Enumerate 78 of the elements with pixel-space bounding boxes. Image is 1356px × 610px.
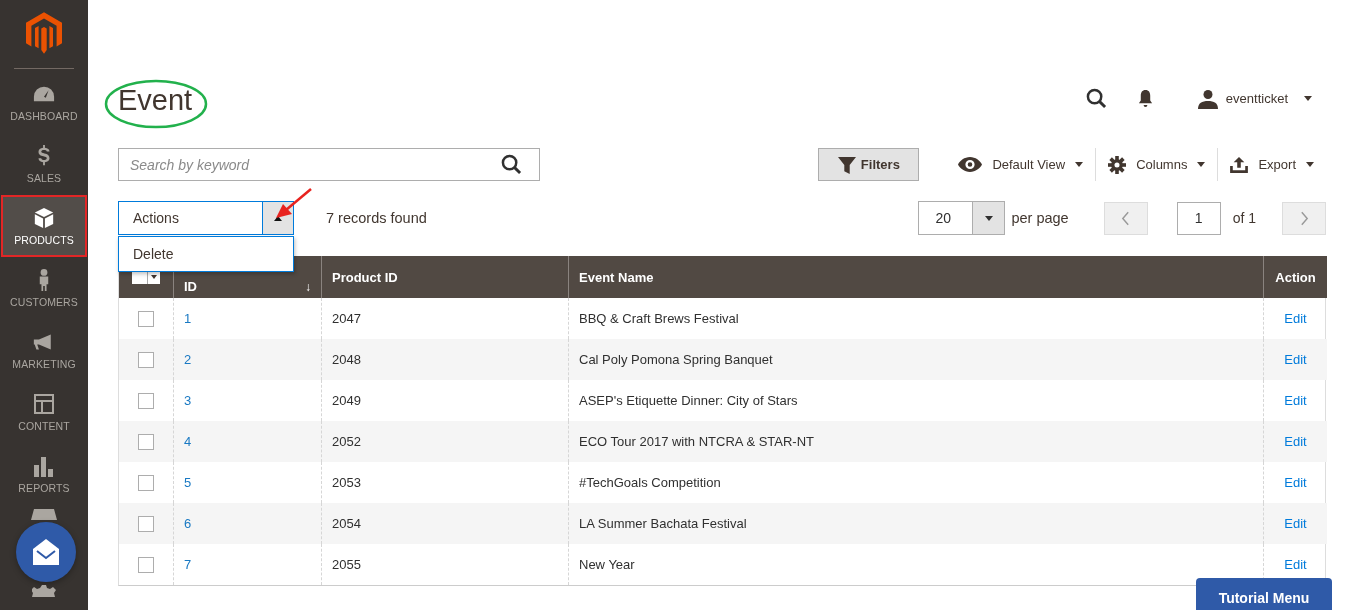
table-cell: New Year [579, 557, 635, 572]
next-page-button[interactable] [1282, 201, 1326, 235]
filters-button[interactable]: Filters [818, 148, 920, 181]
logo-icon [26, 12, 62, 54]
page-input[interactable]: 1 [1176, 201, 1221, 235]
records-count: 7 records found [326, 210, 427, 226]
page-count: of 1 [1232, 210, 1256, 226]
per-page-label: per page [1011, 210, 1069, 226]
row-checkbox[interactable] [138, 310, 154, 327]
table-cell: LA Summer Bachata Festival [579, 516, 747, 531]
menu-item[interactable]: Delete [119, 237, 293, 271]
envelope-icon [31, 537, 61, 567]
table-cell: 2053 [332, 475, 361, 490]
per-page-select[interactable]: 20 [918, 201, 1006, 235]
table-cell: BBQ & Craft Brews Festival [579, 311, 739, 326]
table-cell: 3 [184, 393, 192, 408]
table-header-cell[interactable]: Event Name [568, 256, 1263, 298]
edit-link[interactable]: Edit [1284, 352, 1307, 367]
table-cell: 2054 [332, 516, 361, 531]
table-cell: #TechGoals Competition [579, 475, 721, 490]
table-cell: Cal Poly Pomona Spring Banquet [579, 352, 773, 367]
row-checkbox[interactable] [138, 515, 154, 532]
upload-icon [1230, 156, 1249, 173]
bell-icon[interactable] [1136, 89, 1154, 108]
sidebar-item[interactable]: SALES [1, 133, 87, 195]
sidebar-item[interactable]: PRODUCTS [1, 195, 87, 257]
row-checkbox[interactable] [138, 433, 154, 450]
edit-link[interactable]: Edit [1284, 557, 1307, 572]
search-field[interactable]: Search by keyword [118, 148, 540, 181]
table-cell: 1 [184, 311, 192, 326]
table-cell: 6 [184, 516, 192, 531]
sidebar-item[interactable]: CUSTOMERS [1, 257, 87, 319]
edit-link[interactable]: Edit [1284, 434, 1307, 449]
table-cell: 2 [184, 352, 192, 367]
columns-dropdown[interactable]: Columns [1096, 148, 1218, 181]
table-cell: 2048 [332, 352, 361, 367]
page-title: Event [118, 84, 193, 117]
bar-chart-icon [33, 454, 55, 477]
funnel-icon [837, 155, 856, 174]
row-checkbox[interactable] [138, 556, 154, 573]
user-icon [1197, 88, 1218, 109]
table-cell: 5 [184, 475, 192, 490]
table-cell: ECO Tour 2017 with NTCRA & STAR-NT [579, 434, 815, 449]
view-dropdown[interactable]: Default View [946, 148, 1096, 181]
table-cell: 2049 [332, 393, 361, 408]
row-checkbox[interactable] [138, 351, 154, 368]
annotation-arrow [274, 187, 314, 221]
user-menu[interactable]: eventticket [1197, 88, 1312, 109]
table-cell: ASEP's Etiquette Dinner: City of Stars [579, 393, 798, 408]
edit-link[interactable]: Edit [1284, 393, 1307, 408]
table-cell: 4 [184, 434, 192, 449]
table-cell: 2052 [332, 434, 361, 449]
row-checkbox[interactable] [138, 392, 154, 409]
row-checkbox[interactable] [138, 474, 154, 491]
table-cell: 2055 [332, 557, 361, 572]
layout-icon [33, 392, 55, 415]
actions-dropdown[interactable]: Actions [118, 201, 294, 235]
search-icon[interactable] [1085, 88, 1107, 109]
sidebar-item[interactable]: CONTENT [1, 381, 87, 443]
edit-link[interactable]: Edit [1284, 475, 1307, 490]
previous-page-button[interactable] [1103, 201, 1148, 235]
sidebar-item[interactable]: DASHBOARD [1, 71, 87, 133]
search-icon[interactable] [501, 154, 522, 175]
chevron-right-icon [1299, 210, 1309, 226]
table-header-cell: Action [1263, 256, 1327, 298]
box-icon [33, 206, 55, 229]
sidebar-item[interactable]: MARKETING [1, 319, 87, 381]
chevron-left-icon [1121, 210, 1131, 226]
table-cell: 2047 [332, 311, 361, 326]
table-cell: 7 [184, 557, 192, 572]
eye-icon [958, 157, 983, 172]
table-header-cell[interactable]: Product ID [321, 256, 568, 298]
edit-link[interactable]: Edit [1284, 311, 1307, 326]
tutorial-menu-button[interactable]: Tutorial Menu [1196, 578, 1332, 610]
export-dropdown[interactable]: Export [1218, 148, 1326, 181]
edit-link[interactable]: Edit [1284, 516, 1307, 531]
chat-button[interactable] [16, 522, 76, 582]
sidebar-item[interactable]: REPORTS [1, 443, 87, 505]
